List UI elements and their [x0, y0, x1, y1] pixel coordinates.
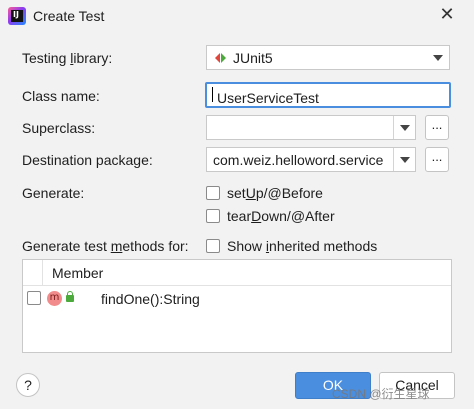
class-name-label: Class name:: [22, 88, 100, 104]
teardown-checkbox[interactable]: [206, 209, 220, 223]
class-name-value: UserServiceTest: [217, 90, 319, 106]
member-checkbox[interactable]: [27, 291, 41, 305]
show-inherited-checkbox[interactable]: [206, 239, 220, 253]
members-table-header: Member: [23, 260, 451, 286]
chevron-down-icon[interactable]: [427, 46, 449, 69]
class-name-input[interactable]: UserServiceTest: [205, 82, 451, 108]
show-inherited-label: Show inherited methods: [227, 238, 378, 254]
members-table: Member m findOne():String: [22, 259, 452, 353]
superclass-select[interactable]: [206, 115, 416, 140]
table-row[interactable]: m findOne():String: [23, 288, 451, 310]
testing-library-select[interactable]: JUnit5: [206, 45, 450, 70]
superclass-label: Superclass:: [22, 120, 96, 136]
superclass-browse-button[interactable]: ...: [425, 115, 449, 140]
setup-checkbox[interactable]: [206, 186, 220, 200]
member-column-header[interactable]: Member: [52, 265, 103, 281]
show-inherited-option[interactable]: Show inherited methods: [206, 238, 377, 254]
cancel-button[interactable]: Cancel: [379, 372, 455, 399]
intellij-app-icon: IJ: [8, 7, 26, 25]
dialog-title: Create Test: [33, 8, 105, 24]
testing-library-label: Testing library:: [22, 50, 113, 66]
teardown-label: tearDown/@After: [227, 208, 335, 224]
ok-button[interactable]: OK: [295, 372, 371, 399]
destination-browse-button[interactable]: ...: [425, 147, 449, 172]
title-bar: IJ Create Test ✕: [0, 0, 474, 33]
help-button[interactable]: ?: [16, 373, 40, 397]
column-divider: [42, 260, 43, 286]
destination-package-select[interactable]: com.weiz.helloword.service: [206, 147, 416, 172]
generate-methods-label: Generate test methods for:: [22, 238, 189, 254]
close-icon[interactable]: ✕: [437, 5, 457, 25]
setup-before-option[interactable]: setUp/@Before: [206, 185, 323, 201]
setup-label: setUp/@Before: [227, 185, 323, 201]
destination-package-label: Destination package:: [22, 152, 153, 168]
text-caret: [212, 87, 213, 102]
method-icon: m: [47, 291, 62, 306]
testing-library-value: JUnit5: [233, 50, 273, 66]
destination-package-value: com.weiz.helloword.service: [213, 152, 384, 168]
teardown-after-option[interactable]: tearDown/@After: [206, 208, 335, 224]
generate-label: Generate:: [22, 185, 85, 201]
junit-icon: [215, 53, 226, 63]
member-name: findOne():String: [101, 291, 200, 307]
chevron-down-icon[interactable]: [393, 148, 415, 171]
chevron-down-icon[interactable]: [393, 116, 415, 139]
lock-icon: [66, 291, 74, 302]
